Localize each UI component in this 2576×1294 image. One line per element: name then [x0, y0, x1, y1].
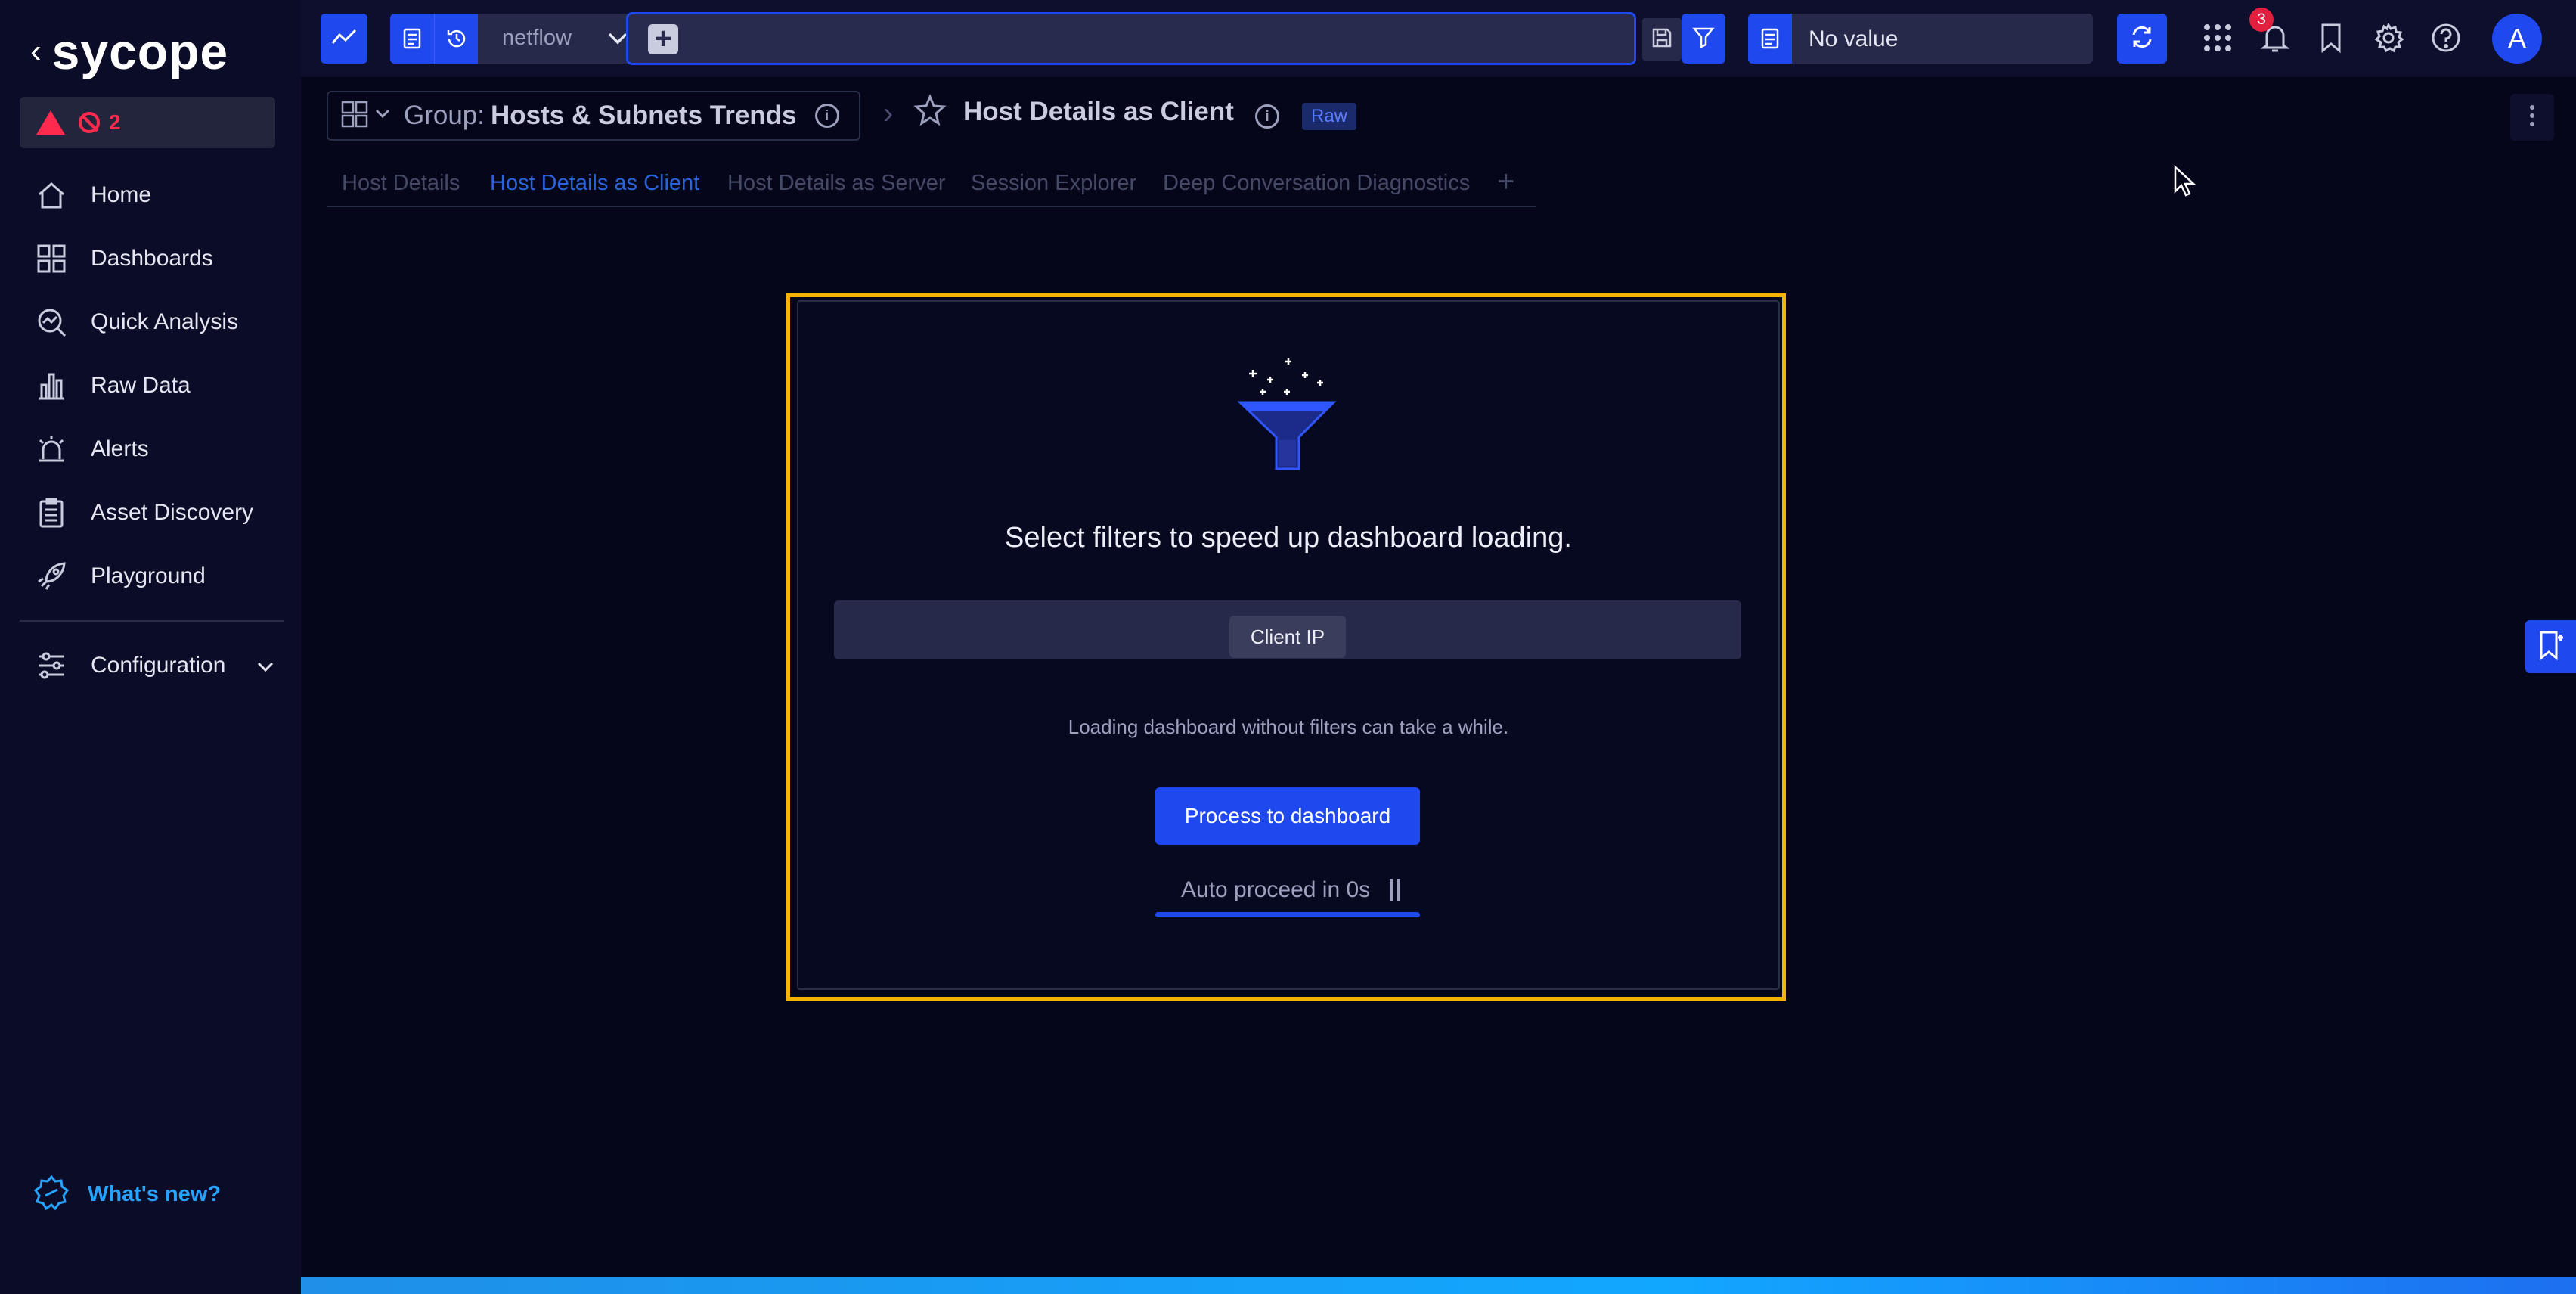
dialog-hint: Loading dashboard without filters can ta…: [1068, 715, 1509, 738]
auto-proceed-progress-fill: [1155, 912, 1420, 917]
apps-grid-icon[interactable]: [2196, 17, 2239, 59]
refresh-button[interactable]: [2117, 14, 2167, 64]
analysis-mode-button[interactable]: [321, 14, 367, 64]
filter-icon: [1692, 26, 1715, 52]
warning-icon: [36, 110, 65, 135]
star-icon[interactable]: [913, 94, 947, 131]
chevron-down-icon: [257, 654, 274, 678]
sidebar-item-label: Configuration: [91, 653, 226, 678]
filter-button[interactable]: [1682, 14, 1725, 64]
sidebar-item-asset-discovery[interactable]: Asset Discovery: [20, 481, 284, 545]
sidebar-nav: Home Dashboards Quick Analysis Raw Data …: [20, 163, 284, 608]
breadcrumb-separator-icon: ›: [883, 97, 894, 130]
logo[interactable]: ‹ sycope: [30, 21, 228, 82]
context-menu-icon[interactable]: [1748, 14, 1792, 64]
side-bookmark-button[interactable]: [2525, 620, 2576, 673]
blocked-icon: [79, 112, 100, 133]
dashboard-tabs: Host Details Host Details as Client Host…: [327, 165, 1536, 207]
tab-session-explorer[interactable]: Session Explorer: [971, 171, 1136, 196]
alert-count: 2: [109, 110, 121, 134]
gear-icon[interactable]: [2367, 17, 2410, 59]
history-icon[interactable]: [434, 14, 478, 64]
sidebar: ‹ sycope 2 Home Dashboards Quick Analysi…: [0, 0, 301, 1294]
filter-chip-client-ip[interactable]: Client IP: [1229, 616, 1346, 658]
tab-host-details[interactable]: Host Details: [342, 171, 460, 196]
sidebar-item-dashboards[interactable]: Dashboards: [20, 227, 284, 290]
sidebar-configuration[interactable]: Configuration: [20, 634, 284, 697]
sidebar-item-raw-data[interactable]: Raw Data: [20, 354, 284, 417]
sidebar-item-label: Home: [91, 182, 152, 207]
datasource-select[interactable]: netflow: [390, 14, 640, 64]
sidebar-divider: [20, 620, 284, 622]
trend-line-icon: [331, 28, 357, 50]
new-badge-icon: [33, 1175, 70, 1215]
quick-analysis-icon: [35, 306, 68, 339]
sidebar-item-quick-analysis[interactable]: Quick Analysis: [20, 290, 284, 354]
sidebar-item-playground[interactable]: Playground: [20, 545, 284, 608]
dashboards-icon: [35, 242, 68, 275]
save-icon: [1651, 26, 1673, 53]
bottom-status-bar: [301, 1277, 2576, 1294]
dialog-heading: Select filters to speed up dashboard loa…: [1005, 522, 1572, 554]
bookmark-icon[interactable]: [2310, 17, 2352, 59]
notification-count-badge: 3: [2249, 8, 2274, 32]
group-name: Hosts & Subnets Trends: [491, 101, 797, 130]
query-input[interactable]: +: [626, 12, 1636, 65]
title-info-icon[interactable]: i: [1255, 104, 1279, 129]
collapse-sidebar-icon[interactable]: ‹: [30, 35, 42, 68]
sidebar-item-label: Asset Discovery: [91, 500, 254, 525]
add-filter-icon[interactable]: +: [648, 23, 678, 54]
more-options-button[interactable]: [2510, 94, 2554, 141]
sidebar-item-label: Dashboards: [91, 246, 213, 271]
dashboard-grid-icon: [340, 100, 369, 132]
data-mode-tag: Raw: [1302, 103, 1357, 130]
home-icon: [35, 178, 68, 212]
logo-text: sycope: [51, 23, 229, 79]
sidebar-item-label: Playground: [91, 563, 206, 588]
sliders-icon: [35, 649, 68, 682]
clipboard-icon: [35, 496, 68, 529]
whats-new-label: What's new?: [88, 1182, 222, 1206]
group-prefix: Group:: [404, 101, 485, 130]
dashboard-group-select[interactable]: Group: Hosts & Subnets Trends i: [327, 91, 860, 141]
funnel-sparkle-icon: [1234, 355, 1340, 480]
auto-proceed-progress: [1155, 912, 1420, 917]
sidebar-item-label: Raw Data: [91, 373, 191, 398]
process-to-dashboard-button[interactable]: Process to dashboard: [1155, 787, 1420, 845]
kebab-menu-icon: [2529, 104, 2535, 131]
tab-deep-conversation-diagnostics[interactable]: Deep Conversation Diagnostics: [1163, 171, 1470, 196]
save-query-button[interactable]: [1642, 18, 1682, 61]
chevron-down-icon: [375, 109, 390, 123]
info-icon[interactable]: i: [814, 104, 839, 128]
rocket-icon: [35, 560, 68, 593]
pause-icon[interactable]: [1390, 879, 1400, 901]
sidebar-item-label: Alerts: [91, 436, 149, 461]
datasource-value: netflow: [502, 26, 572, 50]
top-bar: netflow + No value 3 A: [301, 0, 2576, 77]
help-icon[interactable]: [2425, 17, 2467, 59]
mouse-cursor-icon: [2173, 165, 2196, 202]
whats-new-link[interactable]: What's new?: [33, 1175, 221, 1215]
sidebar-item-configuration[interactable]: Configuration: [20, 634, 284, 697]
refresh-icon: [2129, 24, 2155, 54]
alert-summary[interactable]: 2: [20, 97, 275, 148]
raw-data-icon: [35, 369, 68, 402]
tab-host-details-as-client[interactable]: Host Details as Client: [490, 171, 699, 196]
page-title: Host Details as Client: [963, 97, 1234, 126]
sidebar-item-label: Quick Analysis: [91, 309, 239, 334]
tab-host-details-as-server[interactable]: Host Details as Server: [727, 171, 946, 196]
context-select[interactable]: No value: [1748, 14, 2093, 64]
datasource-menu-icon[interactable]: [390, 14, 434, 64]
auto-proceed-row: Auto proceed in 0s: [1155, 876, 1420, 906]
add-tab-icon[interactable]: +: [1497, 165, 1514, 199]
bookmark-add-icon: [2538, 630, 2564, 664]
sidebar-item-home[interactable]: Home: [20, 163, 284, 227]
auto-proceed-text: Auto proceed in 0s: [1181, 877, 1371, 902]
sidebar-item-alerts[interactable]: Alerts: [20, 417, 284, 481]
user-avatar[interactable]: A: [2492, 14, 2542, 64]
alarm-icon: [35, 433, 68, 466]
context-value: No value: [1809, 26, 1899, 51]
